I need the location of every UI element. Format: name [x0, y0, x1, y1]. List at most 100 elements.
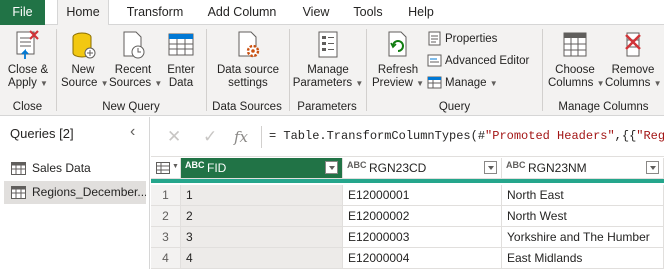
queries-pane-title: Queries [2] — [10, 126, 74, 141]
table-row: 3 3 E12000003 Yorkshire and The Humber — [151, 227, 664, 248]
cell-fid[interactable]: 4 — [181, 248, 343, 269]
manage-parameters-label2: Parameters — [292, 77, 353, 89]
refresh-preview-button[interactable]: Refresh Preview ▼ — [371, 29, 425, 90]
column-filter-dropdown[interactable] — [484, 161, 497, 174]
cell-rgn23cd[interactable]: E12000004 — [343, 248, 502, 269]
table-icon — [11, 186, 26, 199]
cell-fid[interactable]: 3 — [181, 227, 343, 248]
data-source-settings-icon — [238, 31, 260, 58]
cell-rgn23nm[interactable]: North West — [502, 206, 664, 227]
properties-button[interactable]: Properties — [427, 29, 497, 49]
table-menu-button[interactable]: ▼ — [151, 158, 181, 179]
collapse-pane-icon[interactable]: ‹ — [130, 123, 135, 141]
tab-add-column[interactable]: Add Column — [200, 0, 284, 25]
group-label-manage-columns: Manage Columns — [558, 101, 649, 113]
cell-rgn23cd[interactable]: E12000002 — [343, 206, 502, 227]
recent-sources-label: Recent — [114, 64, 152, 76]
commit-formula-icon[interactable]: ✓ — [203, 127, 217, 147]
formula-text-suffix: ,{{ — [614, 129, 637, 143]
formula-input[interactable]: = Table.TransformColumnTypes(#"Promoted … — [269, 129, 664, 143]
remove-columns-label: Remove — [611, 64, 655, 76]
refresh-icon — [388, 31, 407, 57]
close-apply-button[interactable]: Close & Apply ▼ — [4, 29, 52, 90]
query-item-regions[interactable]: Regions_December... — [4, 181, 146, 204]
cell-rgn23cd[interactable]: E12000001 — [343, 185, 502, 206]
tab-file[interactable]: File — [0, 0, 45, 25]
row-number[interactable]: 2 — [151, 206, 181, 227]
column-header-rgn23nm[interactable]: ABC RGN23NM — [502, 158, 664, 179]
row-number[interactable]: 1 — [151, 185, 181, 206]
recent-sources-icon — [123, 31, 145, 59]
close-apply-label: Close & — [7, 64, 49, 76]
tab-transform[interactable]: Transform — [120, 0, 190, 25]
manage-button[interactable]: Manage ▼ — [427, 73, 498, 93]
cell-rgn23nm[interactable]: East Midlands — [502, 248, 664, 269]
group-parameters: Manage Parameters ▼ Parameters — [290, 25, 364, 116]
group-query: Refresh Preview ▼ Properties Advanced Ed… — [367, 25, 542, 116]
properties-label: Properties — [445, 33, 498, 45]
choose-columns-button[interactable]: Choose Columns ▼ — [548, 29, 605, 90]
group-close: Close & Apply ▼ Close — [0, 25, 55, 116]
cell-rgn23nm[interactable]: Yorkshire and The Humber — [502, 227, 664, 248]
query-item-label: Regions_December... — [32, 185, 146, 199]
cancel-formula-icon[interactable]: ✕ — [167, 127, 181, 147]
cell-rgn23nm[interactable]: North East — [502, 185, 664, 206]
formula-bar: ✕ ✓ fx = Table.TransformColumnTypes(#"Pr… — [151, 117, 664, 157]
tab-view[interactable]: View — [296, 0, 336, 25]
cell-fid[interactable]: 2 — [181, 206, 343, 227]
ribbon: Close & Apply ▼ Close New Source ▼ Recen… — [0, 25, 664, 116]
table-icon — [11, 162, 26, 175]
recent-sources-button[interactable]: Recent Sources ▼ — [109, 29, 162, 90]
choose-columns-label2: Columns — [548, 77, 594, 89]
column-header-fid[interactable]: ABC FID — [181, 158, 343, 179]
query-item-label: Sales Data — [32, 161, 91, 175]
group-label-parameters: Parameters — [297, 101, 357, 113]
tab-home[interactable]: Home — [57, 0, 109, 26]
new-source-button[interactable]: New Source ▼ — [61, 29, 109, 90]
column-header-rgn23cd[interactable]: ABC RGN23CD — [343, 158, 502, 179]
tab-help[interactable]: Help — [402, 0, 440, 25]
enter-data-label: Enter — [167, 64, 195, 76]
query-item-sales-data[interactable]: Sales Data — [4, 157, 146, 180]
column-quality-bar — [151, 179, 664, 183]
recent-sources-label2: Sources — [109, 77, 152, 89]
data-grid: ▼ ABC FID ABC RGN23CD ABC RGN23NM 1 1 E1… — [151, 158, 664, 269]
advanced-editor-button[interactable]: Advanced Editor — [427, 51, 529, 71]
choose-columns-label: Choose — [555, 64, 595, 76]
column-filter-dropdown[interactable] — [646, 161, 659, 174]
enter-data-label2: Data — [168, 77, 194, 89]
choose-columns-icon — [563, 32, 587, 57]
formula-string2: "RegionI — [636, 129, 664, 143]
remove-columns-label2: Columns — [605, 77, 651, 89]
remove-columns-button[interactable]: Remove Columns ▼ — [605, 29, 662, 90]
row-number[interactable]: 4 — [151, 248, 181, 269]
properties-icon — [428, 31, 441, 46]
data-source-settings-label2: settings — [228, 77, 268, 89]
refresh-preview-label2: Preview — [371, 77, 413, 89]
cell-rgn23cd[interactable]: E12000003 — [343, 227, 502, 248]
formula-string: "Promoted Headers" — [485, 129, 615, 143]
queries-pane: Queries [2] ‹ Sales Data Regions_Decembe… — [0, 117, 150, 269]
group-label-new-query: New Query — [102, 101, 160, 113]
data-source-settings-button[interactable]: Data source settings — [211, 29, 285, 90]
row-number[interactable]: 3 — [151, 227, 181, 248]
new-source-label: New — [71, 64, 95, 76]
column-header-label: RGN23NM — [528, 161, 587, 175]
refresh-preview-label: Refresh — [377, 64, 419, 76]
table-row: 2 2 E12000002 North West — [151, 206, 664, 227]
column-filter-dropdown[interactable] — [325, 161, 338, 174]
advanced-editor-icon — [427, 54, 442, 67]
parameters-icon — [318, 31, 338, 58]
table-icon — [168, 33, 194, 56]
table-icon — [156, 162, 170, 174]
group-manage-columns: Choose Columns ▼ Remove Columns ▼ Manage… — [543, 25, 664, 116]
enter-data-button[interactable]: Enter Data — [161, 29, 201, 90]
type-abc-icon: ABC — [185, 160, 205, 170]
manage-parameters-button[interactable]: Manage Parameters ▼ — [292, 29, 364, 90]
type-abc-icon: ABC — [506, 160, 526, 170]
tab-tools[interactable]: Tools — [347, 0, 389, 25]
fx-icon[interactable]: fx — [234, 128, 248, 146]
cell-fid[interactable]: 1 — [181, 185, 343, 206]
table-row: 1 1 E12000001 North East — [151, 185, 664, 206]
formula-text: = Table.TransformColumnTypes(# — [269, 129, 486, 143]
